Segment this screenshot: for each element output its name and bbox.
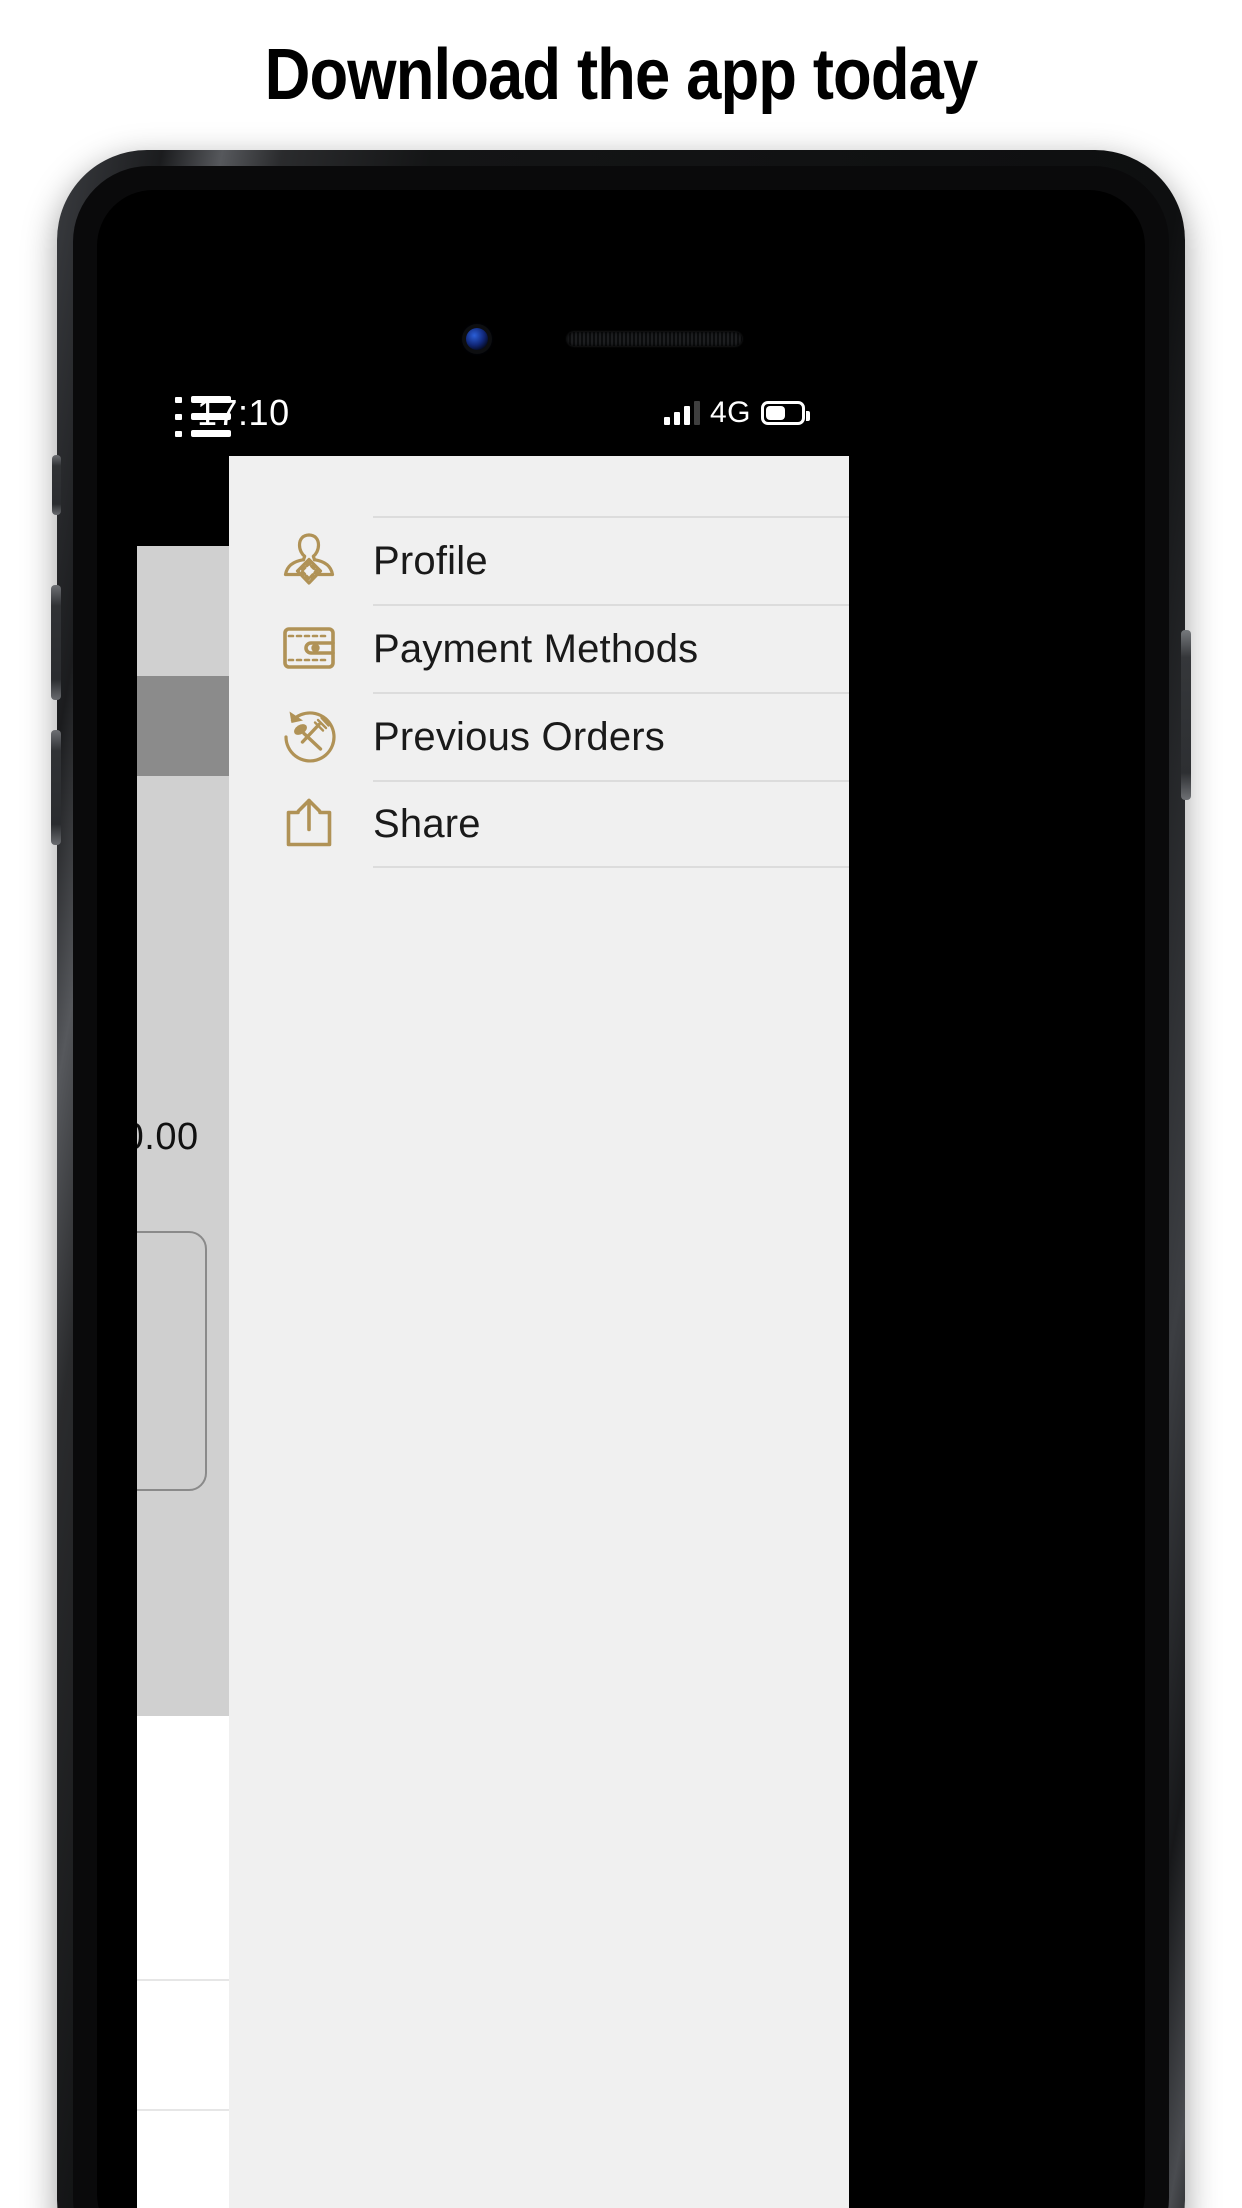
background-app-card (137, 1231, 207, 1491)
battery-icon (761, 401, 810, 425)
navigation-drawer: Profile Payment Methods Previous Orders … (229, 456, 849, 2208)
menu-item-profile-row: Profile (373, 516, 849, 604)
menu-item-label: Profile (373, 538, 488, 583)
network-type-label: 4G (709, 396, 751, 429)
power-button[interactable] (1181, 630, 1191, 800)
status-bar: 17:10 4G (137, 370, 849, 456)
profile-person-icon (277, 528, 373, 592)
phone-inner-frame: 00.00 17:10 4 (73, 166, 1169, 2208)
menu-item-previous-orders-row: Previous Orders (373, 692, 849, 780)
menu-item-payment-methods-row: Payment Methods (373, 604, 849, 692)
share-box-arrow-up-icon (277, 792, 373, 856)
drawer-menu-list: Profile Payment Methods Previous Orders … (229, 516, 849, 868)
phone-sensor-area (97, 250, 1145, 350)
menu-item-profile[interactable]: Profile (229, 516, 849, 604)
mute-switch[interactable] (52, 455, 61, 515)
earpiece-speaker-icon (567, 332, 742, 346)
wallet-icon (277, 616, 373, 680)
status-bar-indicators: 4G (663, 396, 810, 430)
front-camera-icon (466, 328, 488, 350)
battery-fill (766, 406, 785, 420)
volume-up-button[interactable] (51, 585, 61, 700)
menu-item-share[interactable]: Share (229, 780, 849, 868)
menu-item-label: Previous Orders (373, 714, 665, 759)
menu-item-payment-methods[interactable]: Payment Methods (229, 604, 849, 692)
phone-screen: 00.00 17:10 4 (137, 370, 849, 2208)
menu-item-previous-orders[interactable]: Previous Orders (229, 692, 849, 780)
phone-bezel: 00.00 17:10 4 (97, 190, 1145, 2208)
phone-device: 00.00 17:10 4 (51, 150, 1191, 2208)
drawer-top-spacer (229, 456, 849, 516)
reorder-cutlery-icon (277, 704, 373, 768)
list-menu-icon[interactable] (175, 396, 231, 438)
menu-item-label: Share (373, 801, 481, 846)
signal-bars-icon (663, 401, 700, 425)
background-app-amount: 00.00 (137, 1116, 199, 1158)
screenshot-root: Download the app today .00 17:10 4G Prof… (0, 0, 1242, 2208)
menu-item-share-row: Share (373, 780, 849, 868)
volume-down-button[interactable] (51, 730, 61, 845)
menu-item-label: Payment Methods (373, 626, 699, 671)
page-title: Download the app today (264, 35, 979, 115)
